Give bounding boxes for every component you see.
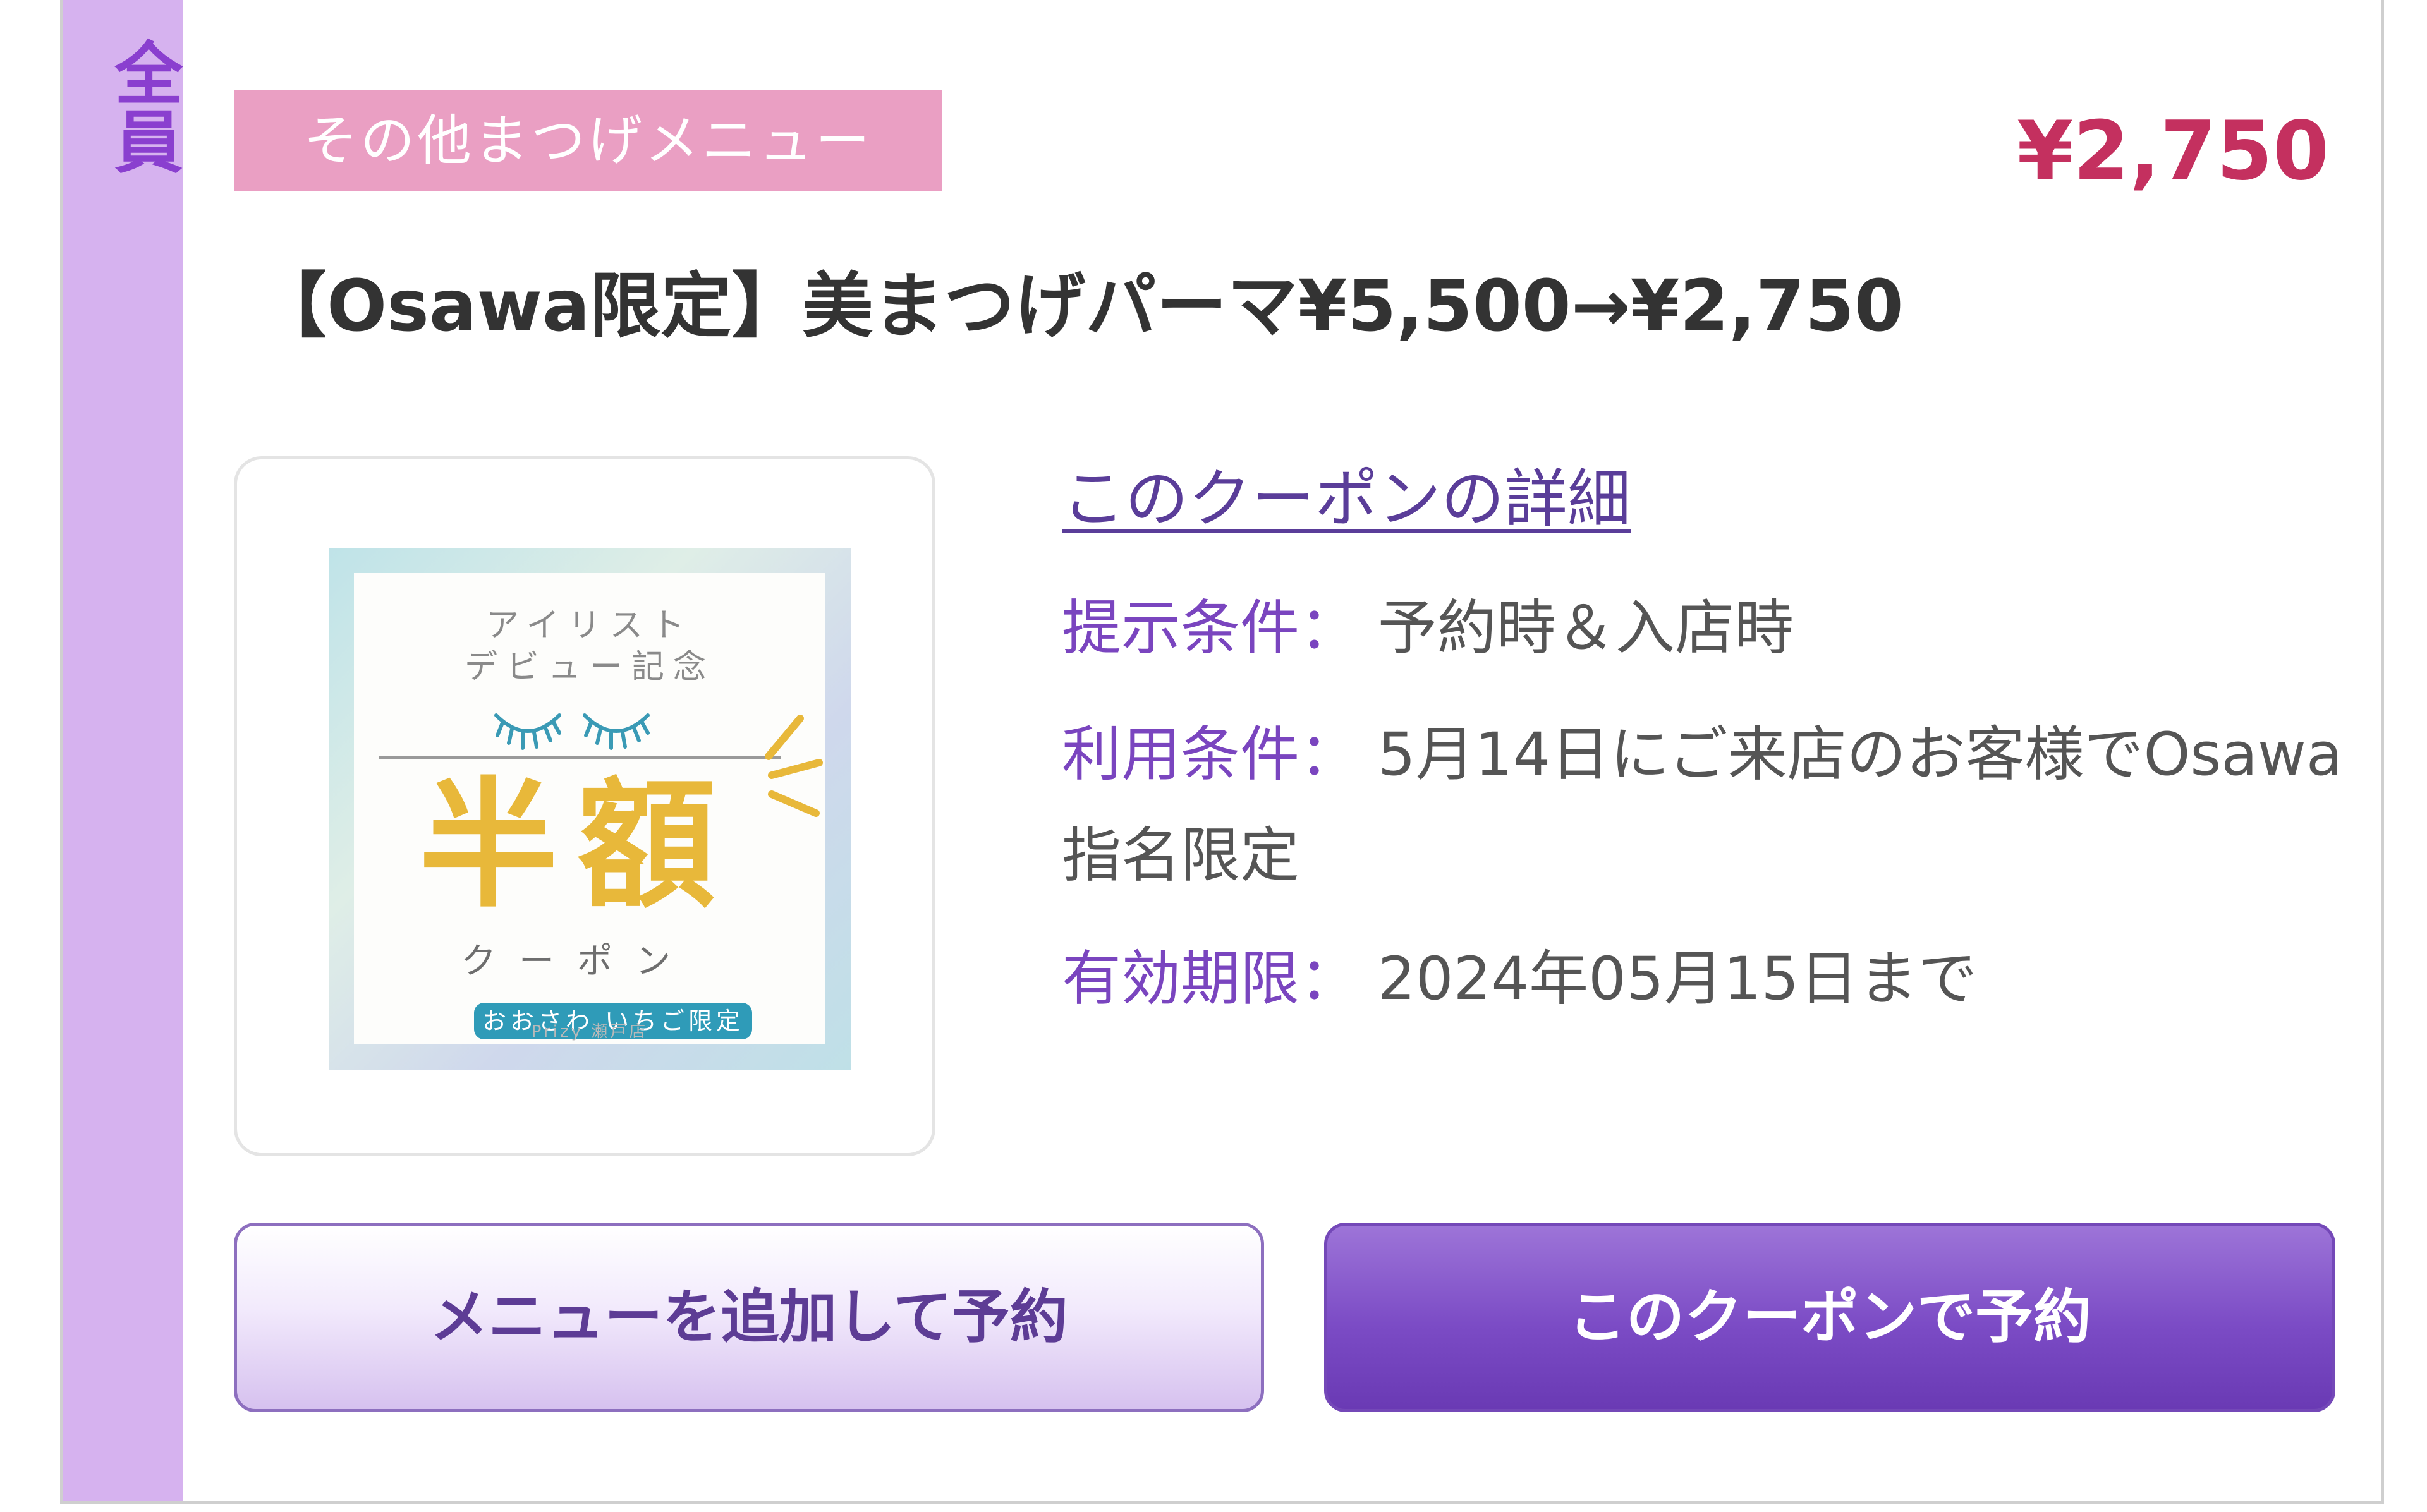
sparkle-icon bbox=[765, 715, 823, 817]
coupon-image-brand: Prizy 瀬戸店 bbox=[531, 1022, 648, 1041]
coupon-thumbnail: アイリスト デビュー記念 半額 クーポン おおさわ いちご限定 Prizy 瀬戸… bbox=[234, 456, 935, 1156]
condition-expiry: 有効期限： 2024年05月15日まで bbox=[1062, 929, 2376, 1030]
coupon-price: ¥2,750 bbox=[2017, 104, 2329, 198]
condition-presentation: 提示条件： 予約時＆入店時 bbox=[1062, 578, 2376, 679]
coupon-detail-link[interactable]: このクーポンの詳細 bbox=[1062, 452, 1631, 547]
coupon-image-heading: アイリスト デビュー記念 bbox=[464, 607, 715, 686]
target-badge-bar: 全員 bbox=[63, 0, 183, 1501]
coupon-image-main-text: 半額 bbox=[418, 763, 735, 926]
target-badge-label: 全員 bbox=[103, 38, 183, 174]
coupon-image-subtext: クーポン bbox=[461, 941, 693, 982]
condition-usage: 利用条件： 5月14日にご来店のお客様でOsawa指名限定 bbox=[1062, 705, 2376, 907]
condition-label: 提示条件： bbox=[1062, 594, 1359, 663]
coupon-card: 全員 その他まつげメニュー ¥2,750 【Osawa限定】美まつげパーマ¥5,… bbox=[60, 0, 2384, 1504]
condition-label: 有効期限： bbox=[1062, 945, 1359, 1013]
eyelash-icon bbox=[494, 713, 650, 750]
coupon-image: アイリスト デビュー記念 半額 クーポン おおさわ いちご限定 Prizy 瀬戸… bbox=[329, 548, 851, 1070]
condition-value: 2024年05月15日まで bbox=[1377, 945, 1978, 1013]
condition-label: 利用条件： bbox=[1062, 720, 1359, 789]
add-menu-reserve-button[interactable]: メニューを追加して予約 bbox=[234, 1223, 1264, 1412]
reserve-with-coupon-button[interactable]: このクーポンで予約 bbox=[1324, 1223, 2335, 1412]
condition-value: 予約時＆入店時 bbox=[1377, 594, 1794, 663]
coupon-title: 【Osawa限定】美まつげパーマ¥5,500→¥2,750 bbox=[256, 265, 1904, 348]
category-tag: その他まつげメニュー bbox=[234, 90, 942, 191]
coupon-image-rule bbox=[379, 756, 781, 759]
